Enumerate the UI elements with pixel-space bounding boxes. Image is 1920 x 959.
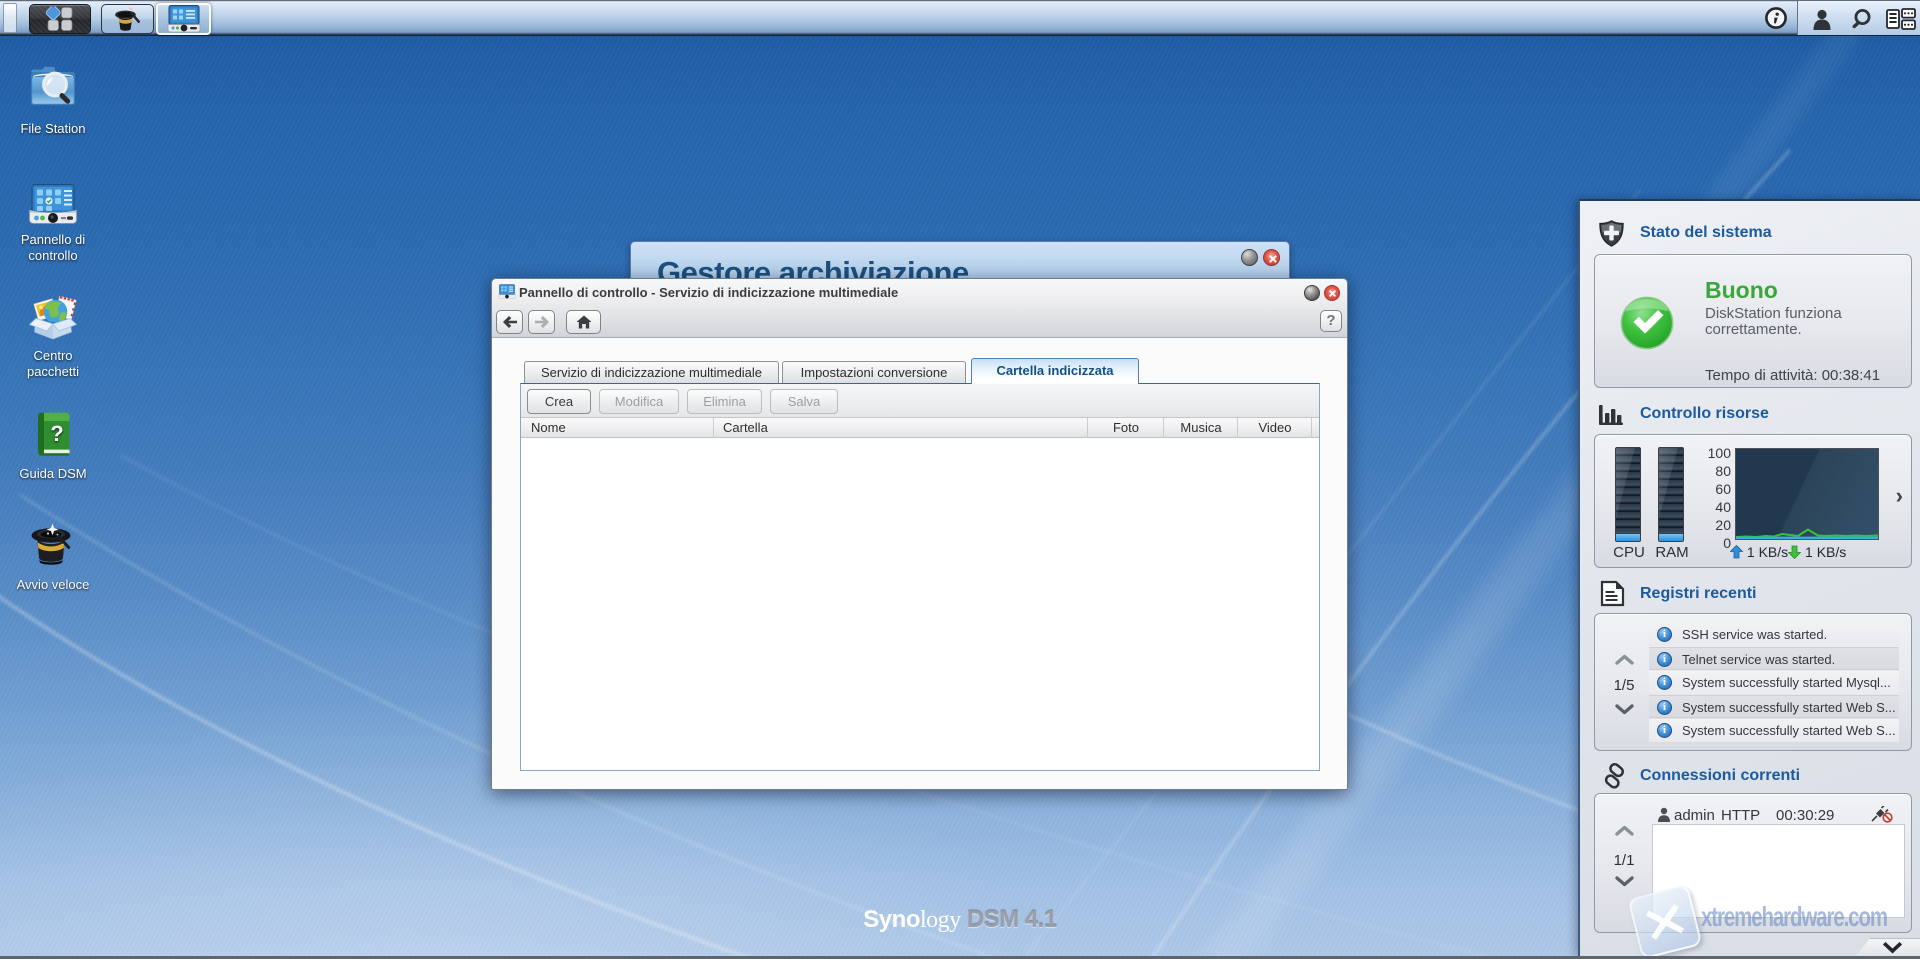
svg-text:?: ? <box>50 421 63 446</box>
